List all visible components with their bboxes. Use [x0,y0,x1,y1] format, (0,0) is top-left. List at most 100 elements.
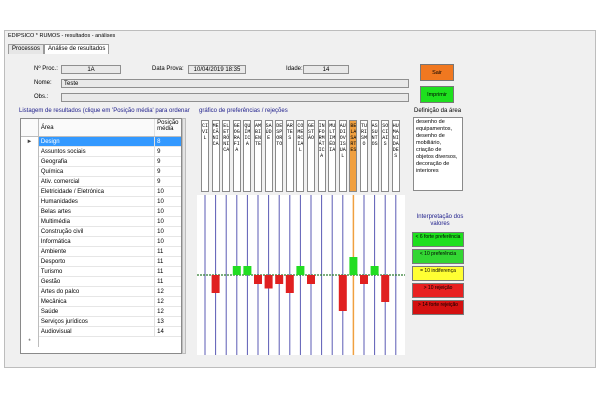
posicao-cell[interactable]: 11 [155,257,181,267]
row-indicator[interactable] [21,187,39,197]
col-posicao-header[interactable]: Posição média [155,119,181,136]
table-row[interactable]: Construção civil 10 [21,227,181,237]
posicao-cell[interactable]: 9 [155,177,181,187]
row-indicator[interactable] [21,227,39,237]
table-row[interactable]: ► Design 8 [21,137,181,147]
area-cell[interactable]: Informática [38,237,156,247]
row-indicator[interactable] [21,207,39,217]
area-cell[interactable]: Geografia [38,157,156,167]
area-cell[interactable]: Assuntos sociais [38,147,156,157]
posicao-cell[interactable]: 10 [155,217,181,227]
row-indicator[interactable] [21,247,39,257]
area-cell[interactable]: Gestão [38,277,156,287]
table-row[interactable]: Humanidades 10 [21,197,181,207]
posicao-cell[interactable]: 14 [155,327,181,337]
table-row[interactable]: Multimédia 10 [21,217,181,227]
table-row[interactable]: Química 9 [21,167,181,177]
area-cell[interactable]: Ativ. comercial [38,177,156,187]
sair-button[interactable]: Sair [420,64,454,81]
posicao-cell[interactable]: 11 [155,267,181,277]
area-cell[interactable]: Artes do palco [38,287,156,297]
posicao-cell[interactable]: 8 [155,137,181,147]
table-row[interactable]: Belas artes 10 [21,207,181,217]
row-indicator[interactable] [21,167,39,177]
row-indicator[interactable] [21,317,39,327]
area-cell[interactable]: Mecânica [38,297,156,307]
row-indicator[interactable] [21,147,39,157]
posicao-cell[interactable]: 9 [155,157,181,167]
posicao-cell[interactable]: 11 [155,247,181,257]
table-row[interactable]: Assuntos sociais 9 [21,147,181,157]
area-cell[interactable]: Audiovisual [38,327,156,337]
new-row[interactable]: * [21,337,181,347]
data-prova-field[interactable]: 10/04/2019 18:35 [188,65,246,74]
table-row[interactable]: Ativ. comercial 9 [21,177,181,187]
nproc-field[interactable]: 1A [61,65,121,74]
posicao-cell[interactable]: 12 [155,297,181,307]
row-indicator[interactable] [21,327,39,337]
row-indicator[interactable] [21,157,39,167]
table-row[interactable]: Saúde 12 [21,307,181,317]
col-area-header[interactable]: Área [39,119,156,136]
row-indicator[interactable] [21,257,39,267]
area-cell[interactable]: Eletricidade / Eletrónica [38,187,156,197]
category-header: QUÍMICA [243,120,252,192]
table-row[interactable]: Desporto 11 [21,257,181,267]
posicao-cell[interactable]: 12 [155,287,181,297]
list-heading: Listagem de resultados (clique em 'Posiç… [19,108,190,114]
category-header: GESTÃO [307,120,315,192]
table-row[interactable]: Turismo 11 [21,267,181,277]
results-table[interactable]: Área Posição média ► Design 8 Assuntos soci… [20,118,182,354]
idade-field[interactable]: 14 [303,65,349,74]
table-row[interactable]: Informática 10 [21,237,181,247]
table-row[interactable]: Ambiente 11 [21,247,181,257]
posicao-cell[interactable]: 13 [155,317,181,327]
row-indicator[interactable] [21,217,39,227]
posicao-cell[interactable]: 9 [155,167,181,177]
chart-bar [370,266,379,275]
posicao-cell[interactable]: 10 [155,237,181,247]
table-row[interactable]: Eletricidade / Eletrónica 10 [21,187,181,197]
row-indicator[interactable] [21,267,39,277]
table-row[interactable]: Gestão 11 [21,277,181,287]
row-indicator[interactable]: ► [21,137,39,147]
table-row[interactable]: Artes do palco 12 [21,287,181,297]
posicao-cell[interactable]: 9 [155,147,181,157]
table-row[interactable]: Serviços jurídicos 13 [21,317,181,327]
row-indicator[interactable] [21,307,39,317]
imprimir-button[interactable]: Imprimir [420,86,454,103]
row-indicator[interactable] [21,297,39,307]
posicao-cell[interactable]: 10 [155,207,181,217]
area-cell[interactable]: Humanidades [38,197,156,207]
tab-processos[interactable]: Processos [8,44,45,54]
row-indicator[interactable] [21,237,39,247]
posicao-cell[interactable]: 10 [155,227,181,237]
area-cell[interactable]: Ambiente [38,247,156,257]
posicao-cell[interactable]: 10 [155,197,181,207]
row-indicator[interactable] [21,197,39,207]
table-row[interactable]: Audiovisual 14 [21,327,181,337]
tab-analise-resultados[interactable]: Análise de resultados [44,44,110,54]
area-cell[interactable]: Serviços jurídicos [38,317,156,327]
row-indicator[interactable] [21,177,39,187]
posicao-cell[interactable]: 11 [155,277,181,287]
posicao-cell[interactable]: 10 [155,187,181,197]
row-indicator[interactable] [21,287,39,297]
table-scrollbar[interactable] [182,118,186,354]
obs-field[interactable] [61,93,409,102]
row-indicator[interactable] [21,277,39,287]
new-row-indicator: * [21,337,39,347]
area-cell[interactable]: Belas artes [38,207,156,217]
table-row[interactable]: Mecânica 12 [21,297,181,307]
area-cell[interactable]: Turismo [38,267,156,277]
table-row[interactable]: Geografia 9 [21,157,181,167]
posicao-cell[interactable]: 12 [155,307,181,317]
area-cell[interactable]: Saúde [38,307,156,317]
nome-field[interactable]: Teste [61,79,409,88]
area-cell[interactable]: Design [38,137,156,147]
area-cell[interactable]: Química [38,167,156,177]
area-cell[interactable]: Desporto [38,257,156,267]
area-cell[interactable]: Multimédia [38,217,156,227]
area-cell[interactable]: Construção civil [38,227,156,237]
chart-bar [232,266,241,275]
